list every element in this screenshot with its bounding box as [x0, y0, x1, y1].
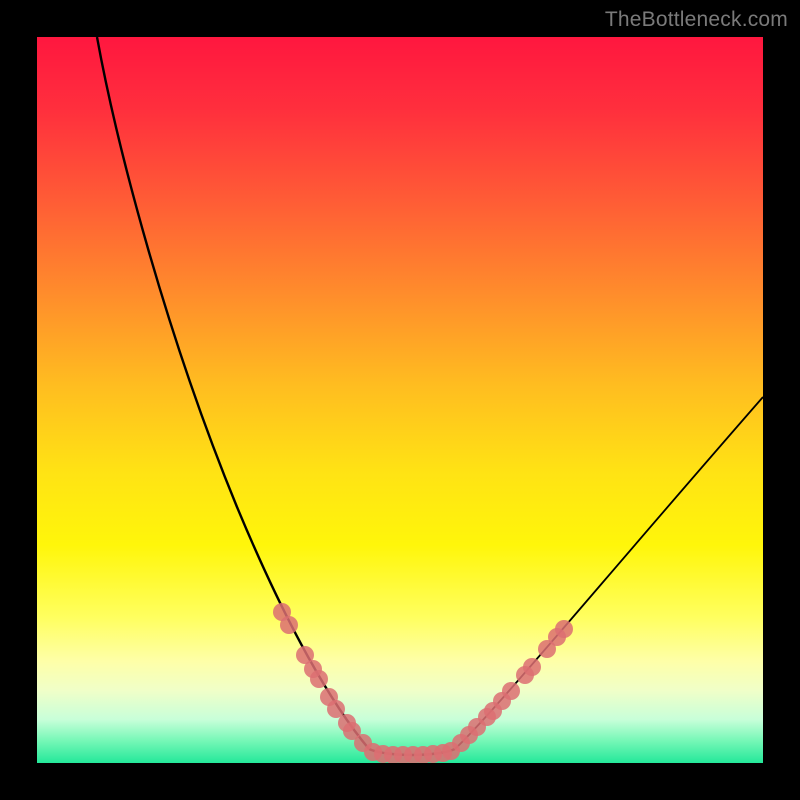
curve-layer [37, 37, 763, 763]
watermark-text: TheBottleneck.com [605, 8, 788, 32]
markers-flat [364, 742, 460, 763]
curve-left-branch [97, 37, 369, 749]
chart-frame: TheBottleneck.com [0, 0, 800, 800]
markers-left [273, 603, 372, 752]
plot-area [37, 37, 763, 763]
markers-right [452, 620, 573, 752]
